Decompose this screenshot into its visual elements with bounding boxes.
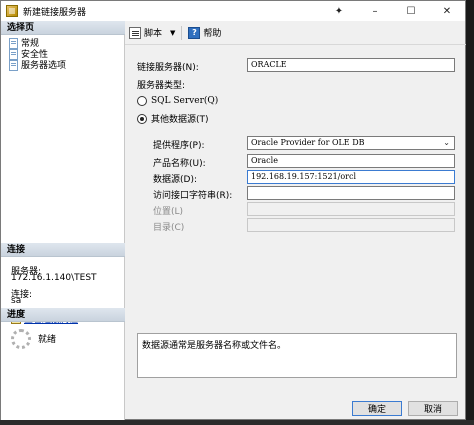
pin-icon[interactable]: ✦ bbox=[321, 1, 357, 21]
page-item-server-options[interactable]: 服务器选项 bbox=[9, 59, 67, 71]
page-icon bbox=[9, 37, 18, 49]
other-data-source-radio[interactable]: 其他数据源(T) bbox=[137, 112, 209, 125]
left-panel: 选择页 常规 安全性 服务器选项 连接 服务器: 172.16.1.140\TE… bbox=[1, 21, 125, 421]
other-data-source-label: 其他数据源(T) bbox=[151, 115, 209, 125]
progress-spinner-icon bbox=[11, 329, 31, 349]
help-button[interactable]: ? 帮助 bbox=[188, 26, 221, 39]
location-label: 位置(L) bbox=[153, 207, 184, 217]
provider-select[interactable]: Oracle Provider for OLE DB ⌄ bbox=[247, 136, 455, 150]
page-item-general[interactable]: 常规 bbox=[9, 37, 39, 49]
catalog-label: 目录(C) bbox=[153, 223, 185, 233]
title-bar: 新建链接服务器 ✦ – ☐ ✕ bbox=[1, 1, 465, 21]
connection-value: sa bbox=[11, 296, 22, 306]
page-icon bbox=[9, 59, 18, 71]
help-label: 帮助 bbox=[203, 29, 222, 39]
sql-server-radio[interactable]: SQL Server(Q) bbox=[137, 96, 218, 106]
progress-status: 就绪 bbox=[38, 335, 57, 345]
connection-header: 连接 bbox=[1, 243, 125, 257]
script-icon bbox=[129, 26, 141, 39]
description-text: 数据源通常是服务器名称或文件名。 bbox=[142, 341, 287, 351]
taskbar-strip bbox=[0, 420, 474, 425]
window-title: 新建链接服务器 bbox=[23, 7, 87, 18]
access-string-label: 访问接口字符串(R): bbox=[153, 191, 233, 201]
provider-label: 提供程序(P): bbox=[153, 141, 205, 151]
sql-server-label: SQL Server(Q) bbox=[151, 96, 219, 106]
minimize-button[interactable]: – bbox=[357, 1, 393, 21]
description-box: 数据源通常是服务器名称或文件名。 bbox=[137, 333, 457, 378]
linked-server-label: 链接服务器(N): bbox=[137, 63, 199, 73]
page-icon bbox=[9, 48, 18, 60]
linked-server-input[interactable]: ORACLE bbox=[247, 58, 455, 72]
toolbar-separator bbox=[181, 25, 183, 40]
server-type-label: 服务器类型: bbox=[137, 81, 186, 91]
server-value: 172.16.1.140\TEST bbox=[11, 273, 97, 283]
new-linked-server-dialog: 新建链接服务器 ✦ – ☐ ✕ 选择页 常规 安全性 服务器选项 连接 服务器:… bbox=[0, 0, 467, 421]
app-icon bbox=[6, 5, 18, 17]
catalog-input bbox=[247, 218, 455, 232]
script-label: 脚本 bbox=[144, 29, 163, 39]
access-string-input[interactable] bbox=[247, 186, 455, 200]
help-icon: ? bbox=[188, 26, 201, 39]
ok-button[interactable]: 确定 bbox=[352, 401, 402, 416]
pages-header: 选择页 bbox=[1, 21, 125, 35]
maximize-button[interactable]: ☐ bbox=[393, 1, 429, 21]
radio-button-selected[interactable] bbox=[137, 113, 147, 124]
toolbar: 脚本 ▼ ? 帮助 bbox=[125, 21, 467, 45]
product-name-input[interactable]: Oracle bbox=[247, 154, 455, 168]
progress-header: 进度 bbox=[1, 308, 125, 322]
chevron-down-icon[interactable]: ▼ bbox=[170, 29, 175, 37]
page-item-security[interactable]: 安全性 bbox=[9, 48, 48, 60]
script-button[interactable]: 脚本 bbox=[129, 26, 162, 39]
data-source-input[interactable]: 192.168.19.157:1521/orcl bbox=[247, 170, 455, 184]
product-name-label: 产品名称(U): bbox=[153, 159, 206, 169]
window-controls: ✦ – ☐ ✕ bbox=[321, 1, 465, 21]
page-item-label: 服务器选项 bbox=[21, 60, 67, 71]
general-page-content: 链接服务器(N): ORACLE 服务器类型: SQL Server(Q) 其他… bbox=[125, 46, 467, 376]
provider-selected-value: Oracle Provider for OLE DB bbox=[251, 138, 365, 147]
close-button[interactable]: ✕ bbox=[429, 1, 465, 21]
chevron-down-icon: ⌄ bbox=[443, 138, 450, 147]
cancel-button[interactable]: 取消 bbox=[408, 401, 458, 416]
location-input bbox=[247, 202, 455, 216]
data-source-label: 数据源(D): bbox=[153, 175, 197, 185]
background-window-edge bbox=[466, 0, 474, 420]
radio-button[interactable] bbox=[137, 96, 147, 106]
